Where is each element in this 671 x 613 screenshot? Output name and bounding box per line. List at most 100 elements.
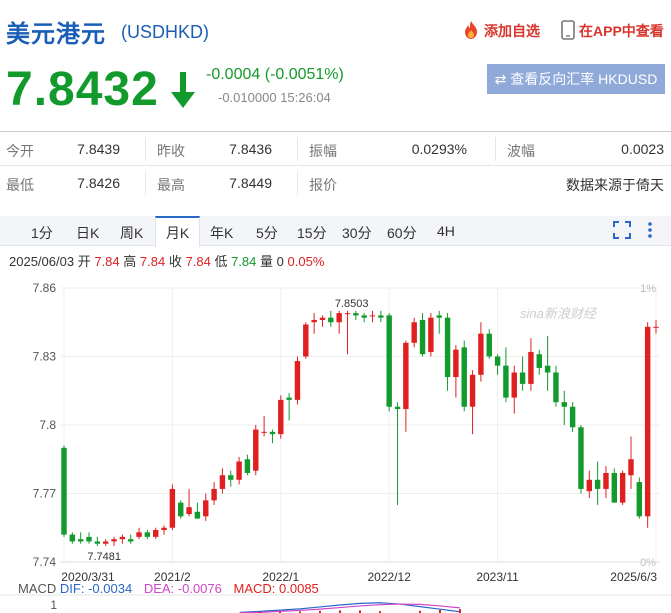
stat-value-quote-source: 数据来源于倚天: [566, 177, 664, 193]
ohlc-high-label: 高: [123, 254, 137, 269]
candle: [369, 315, 376, 317]
candle: [578, 427, 584, 489]
invert-rate-label: 查看反向汇率 HKDUSD: [510, 71, 658, 87]
tab-60min[interactable]: 60分: [387, 223, 417, 243]
candle: [611, 472, 618, 503]
candle: [586, 479, 593, 492]
stat-label-amplitude: 振幅: [309, 143, 337, 159]
stats-row: 今开 7.8439 昨收 7.8436 振幅 0.0293% 波幅 0.0023: [0, 132, 671, 166]
candle: [603, 472, 609, 489]
candle: [528, 351, 534, 384]
stats-grid: 今开 7.8439 昨收 7.8436 振幅 0.0293% 波幅 0.0023…: [0, 131, 671, 200]
swap-icon: ⇄: [494, 71, 507, 87]
tab-month-k[interactable]: 月K: [155, 216, 200, 247]
candle: [136, 532, 142, 537]
tab-day-k[interactable]: 日K: [76, 223, 99, 243]
view-in-app-label: 在APP中查看: [579, 23, 664, 39]
candle: [419, 319, 426, 355]
stat-label-open: 今开: [6, 143, 34, 159]
add-favorite-label: 添加自选: [484, 23, 540, 39]
tab-5min[interactable]: 5分: [256, 223, 278, 243]
right-tick-label: 1%: [640, 283, 656, 295]
ohlc-open: 7.84: [94, 254, 120, 269]
candle: [461, 347, 467, 407]
min-price-label: 7.7481: [87, 551, 121, 563]
last-price: 7.8432: [6, 63, 159, 116]
candle: [194, 511, 201, 519]
ohlc-close-label: 收: [168, 254, 182, 269]
macd-dea-label: DEA:: [143, 581, 175, 596]
candle: [244, 459, 251, 473]
candle: [536, 354, 542, 368]
candle: [486, 333, 492, 357]
quote-time: 15:26:04: [280, 90, 331, 105]
candle: [344, 313, 351, 315]
candle: [569, 406, 576, 428]
macd-dea-value: -0.0076: [177, 581, 222, 596]
tab-year-k[interactable]: 年K: [210, 223, 233, 243]
period-tabs: 1分 日K 周K 月K 年K 5分 15分 30分 60分 4H: [0, 216, 671, 247]
instrument-name: 美元港元: [6, 21, 106, 48]
price-change: -0.0004 (-0.0051%): [206, 66, 344, 83]
tab-1min[interactable]: 1分: [31, 223, 53, 243]
candle: [411, 322, 417, 343]
max-price-label: 7.8503: [335, 298, 369, 310]
kline-chart-svg[interactable]: sina新浪财经7.867.837.87.777.741%0%2020/3/31…: [0, 276, 671, 613]
add-favorite-button[interactable]: 添加自选: [461, 20, 540, 41]
tab-30min[interactable]: 30分: [342, 223, 372, 243]
ohlc-date: 2025/06/03: [9, 254, 75, 269]
candle: [127, 539, 134, 542]
candle: [269, 431, 276, 435]
y-tick-label: 7.86: [33, 281, 57, 295]
candle: [286, 397, 292, 400]
candle: [378, 315, 384, 318]
candle: [61, 447, 67, 535]
candle: [278, 399, 284, 435]
candle: [386, 315, 392, 407]
candle: [636, 482, 643, 517]
ohlc-summary: 2025/06/03 开 7.84 高 7.84 收 7.84 低 7.84 量…: [9, 251, 324, 270]
stat-value-open: 7.8439: [77, 141, 120, 157]
fullscreen-icon[interactable]: [613, 221, 631, 239]
candle: [186, 507, 192, 515]
tab-week-k[interactable]: 周K: [120, 223, 143, 243]
candle: [94, 541, 101, 544]
tab-4h[interactable]: 4H: [437, 223, 455, 239]
candle: [219, 475, 226, 489]
phone-icon: [561, 20, 575, 40]
stat-value-high: 7.8449: [229, 175, 272, 191]
kline-chart[interactable]: sina新浪财经 7.86 7.83 7.8 7.77 7.74 1% 0% 2020/3/31…: [0, 276, 671, 613]
macd-axis-label: 1: [50, 598, 57, 612]
ohlc-low: 7.84: [231, 254, 257, 269]
candle: [211, 488, 217, 501]
view-in-app-button[interactable]: 在APP中查看: [561, 20, 664, 41]
tab-15min[interactable]: 15分: [297, 223, 327, 243]
stat-value-prev-close: 7.8436: [229, 141, 272, 157]
y-tick-label: 7.74: [33, 555, 57, 569]
candle: [594, 479, 601, 489]
macd-dea-line: [239, 603, 461, 613]
stat-label-low: 最低: [6, 177, 34, 193]
macd-legend: MACD DIF: -0.0034 DEA: -0.0076 MACD: 0.0…: [18, 581, 319, 596]
candle: [494, 356, 501, 366]
y-tick-label: 7.83: [33, 350, 57, 364]
right-tick-label: 0%: [640, 557, 656, 569]
candle: [544, 365, 551, 373]
candle: [253, 429, 259, 471]
candle: [628, 459, 634, 476]
invert-rate-button[interactable]: ⇄ 查看反向汇率 HKDUSD: [487, 64, 665, 94]
stat-label-prev-close: 昨收: [157, 143, 185, 159]
x-tick-label: 2022/12: [367, 570, 411, 584]
ohlc-close: 7.84: [185, 254, 211, 269]
candle: [69, 534, 76, 542]
candle: [311, 319, 317, 323]
ohlc-low-label: 低: [214, 254, 228, 269]
macd-bar: [459, 609, 461, 613]
header: 美元港元 (USDHKD) 添加自选 在APP中查看: [6, 14, 666, 48]
more-options-icon[interactable]: [645, 221, 655, 239]
candle: [236, 461, 242, 480]
x-tick-label: 2023/11: [476, 570, 519, 584]
y-tick-label: 7.8: [39, 418, 56, 432]
candle: [511, 372, 517, 398]
candle: [436, 315, 442, 318]
